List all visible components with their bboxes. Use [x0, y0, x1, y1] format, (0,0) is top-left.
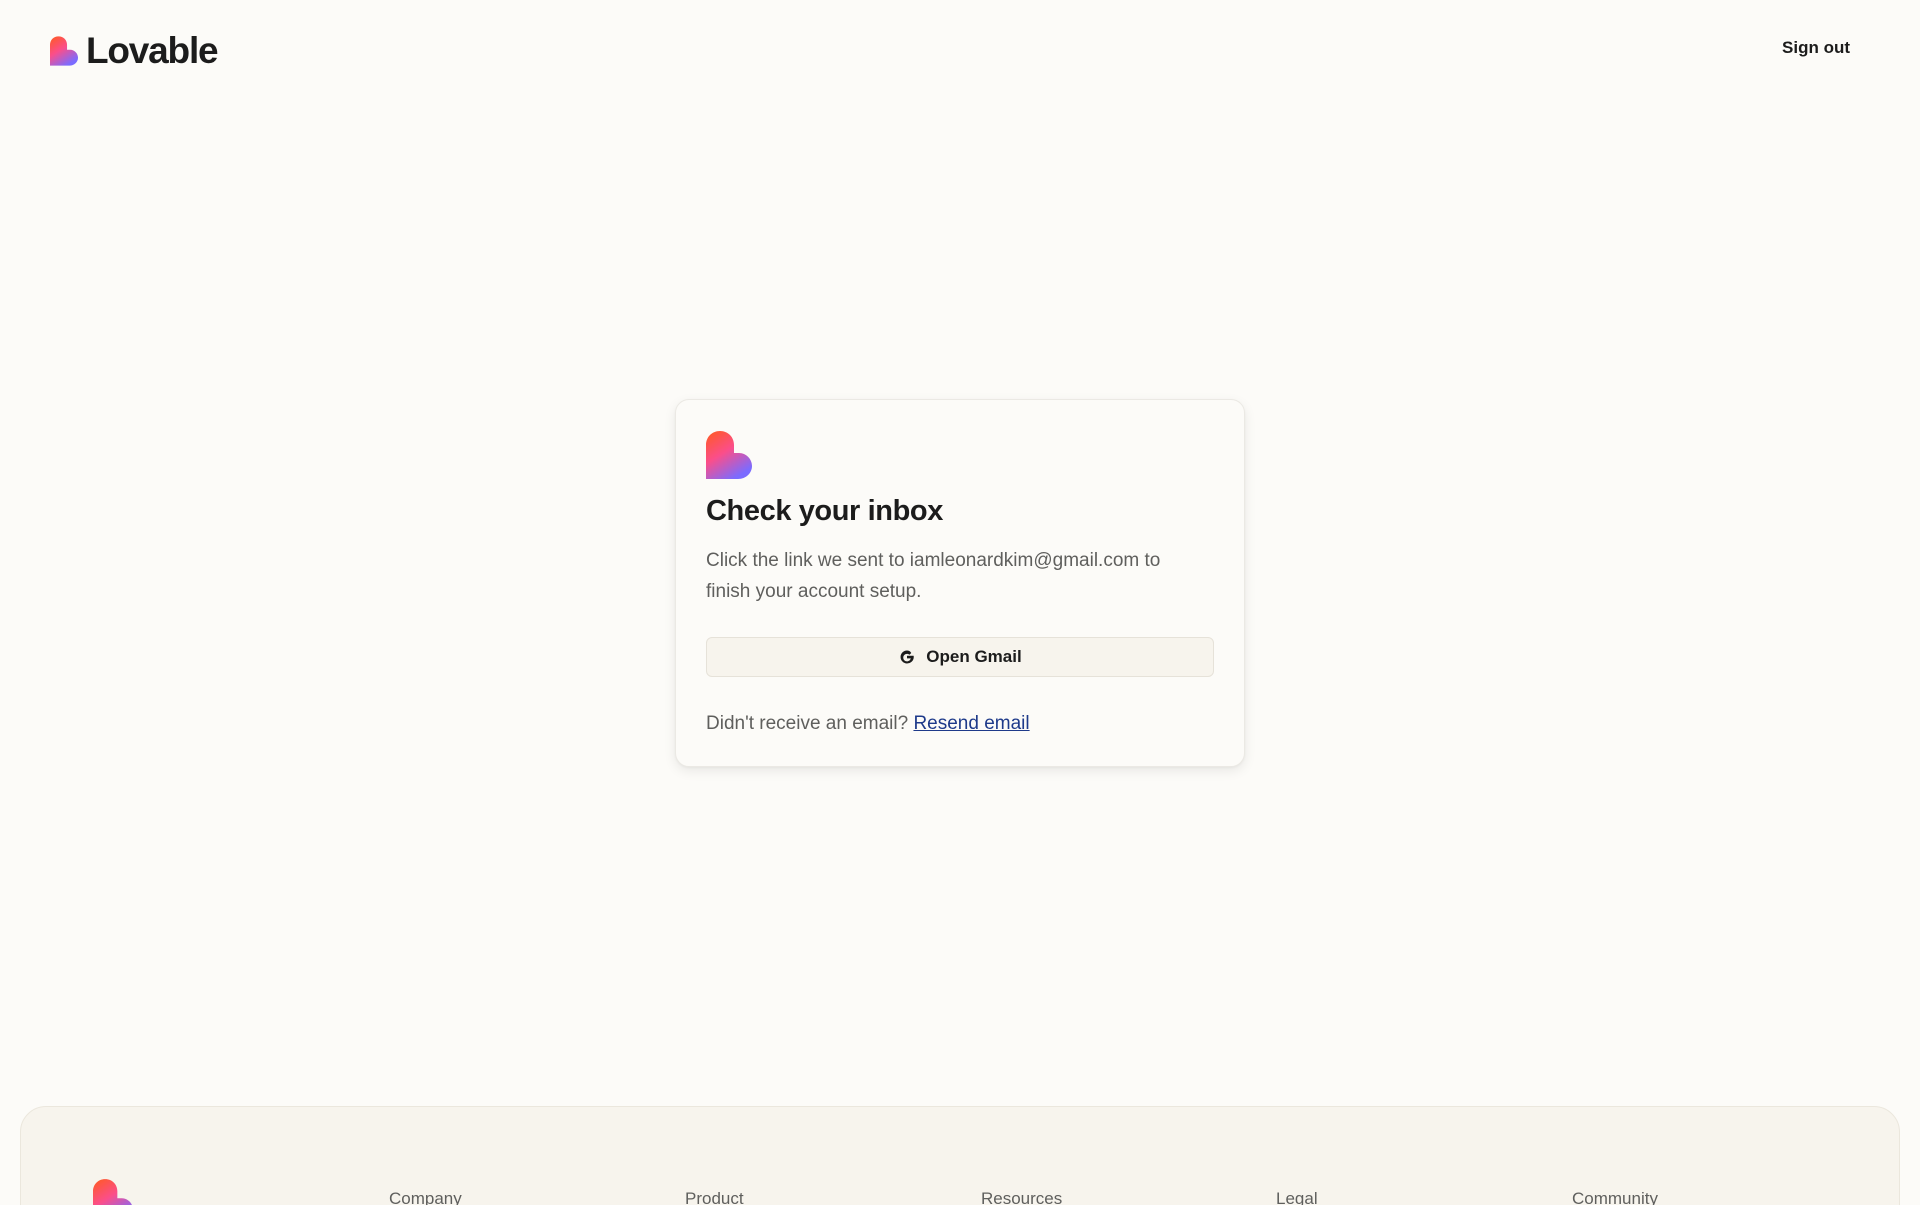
card-title: Check your inbox — [706, 495, 943, 527]
footer-column-resources: Resources — [981, 1189, 1063, 1205]
sign-out-button[interactable]: Sign out — [1782, 38, 1850, 58]
resend-email-link[interactable]: Resend email — [913, 713, 1029, 734]
lovable-heart-logo-icon — [706, 431, 752, 479]
footer-column-community: Community — [1572, 1189, 1658, 1205]
google-g-icon — [900, 650, 915, 664]
footer-column-product: Product — [685, 1189, 744, 1205]
lovable-heart-logo-icon — [93, 1179, 132, 1205]
page: Lovable Sign out Check your inbox Click … — [0, 0, 1920, 1205]
check-inbox-card: Check your inbox Click the link we sent … — [675, 399, 1245, 767]
footer-column-legal: Legal — [1276, 1189, 1318, 1205]
brand-home-link[interactable]: Lovable — [50, 30, 219, 72]
footer: Company Product Resources Legal Communit… — [20, 1106, 1900, 1205]
resend-row: Didn't receive an email? Resend email — [706, 711, 1214, 737]
resend-prompt: Didn't receive an email? — [706, 713, 909, 734]
brand-wordmark: Lovable — [86, 30, 219, 71]
open-gmail-label: Open Gmail — [926, 647, 1022, 666]
lovable-heart-logo-icon — [50, 36, 78, 66]
footer-column-company: Company — [389, 1189, 462, 1205]
open-gmail-button[interactable]: Open Gmail — [706, 637, 1214, 677]
card-description: Click the link we sent to iamleonardkim@… — [706, 550, 1161, 602]
top-header: Lovable Sign out — [0, 0, 1920, 100]
